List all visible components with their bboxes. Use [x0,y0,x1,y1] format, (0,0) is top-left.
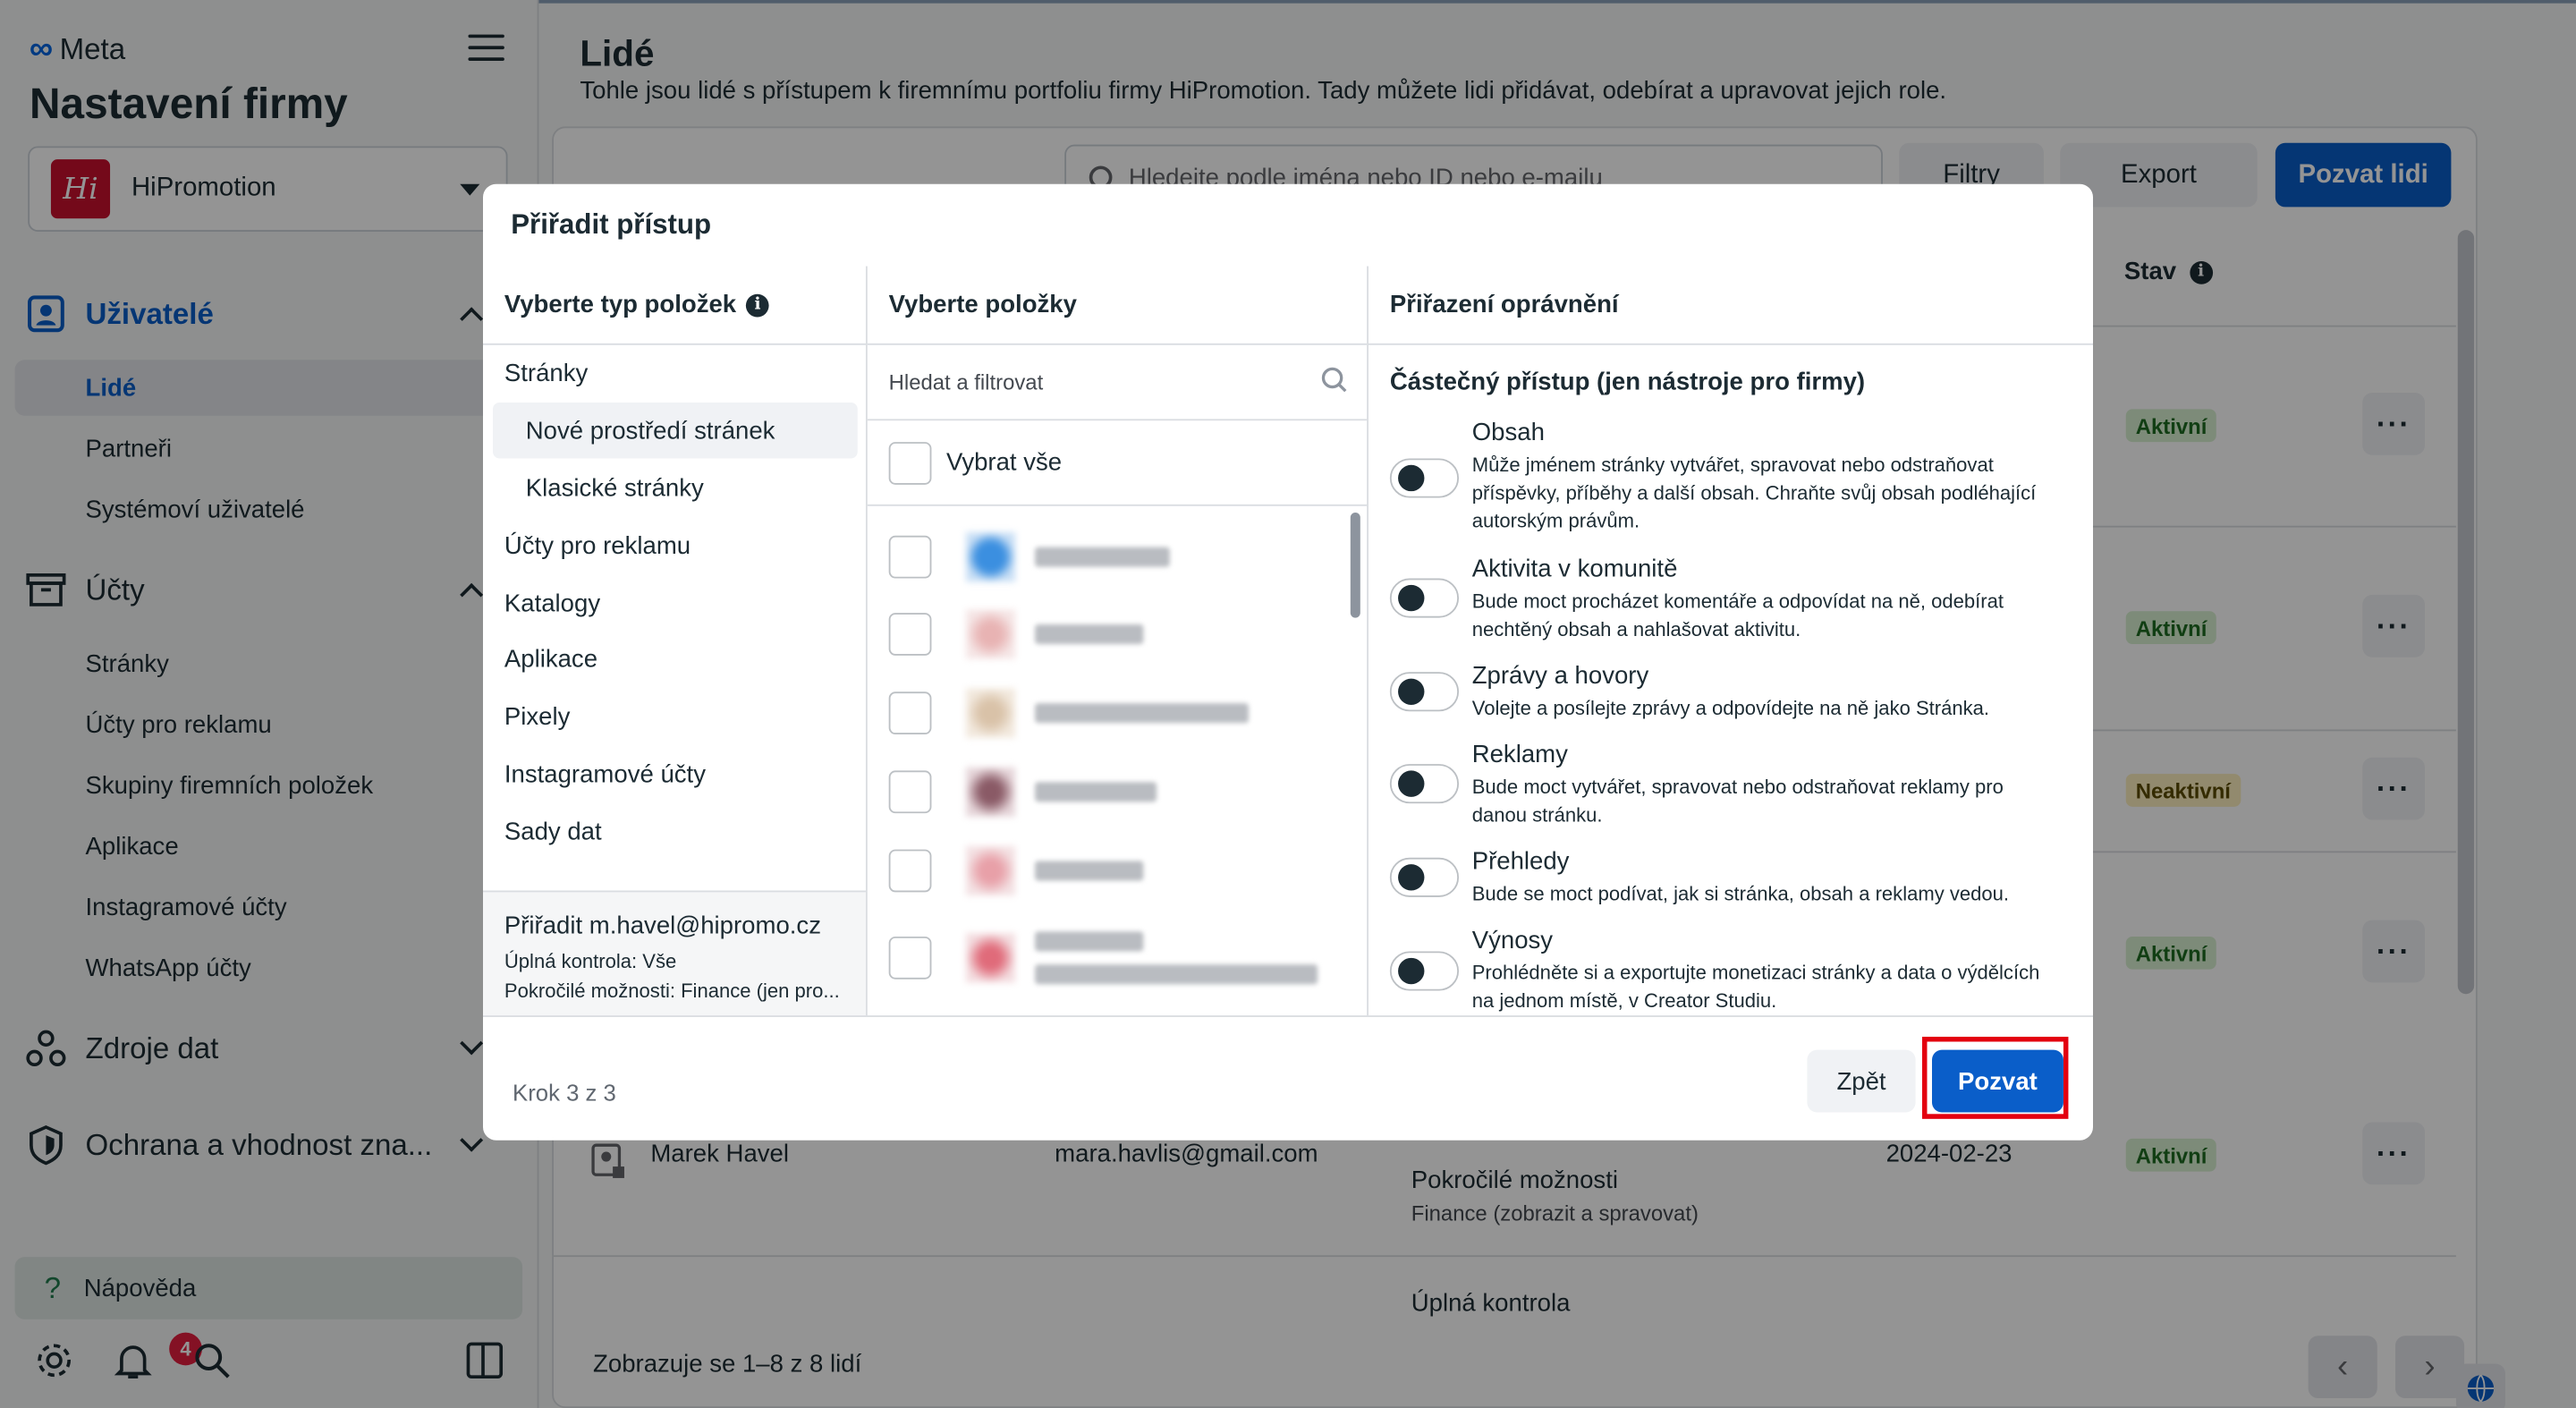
list-item[interactable] [888,925,1333,990]
messages-toggle[interactable] [1389,672,1460,712]
step-indicator: Krok 3 z 3 [513,1079,616,1107]
item-name-redacted [1035,861,1144,881]
item-thumbnail [965,933,1016,983]
column-divider [1367,266,1368,1016]
permission-description: Bude moct procházet komentáře a odpovída… [1471,589,2004,641]
list-item[interactable] [888,767,1333,817]
permission-description: Bude se moct podívat, jak si stránka, ob… [1471,882,2010,906]
item-checkbox[interactable] [888,691,932,735]
item-checkbox[interactable] [888,936,932,980]
items-filter-input[interactable]: Hledat a filtrovat [867,345,1368,421]
assign-summary: Přiřadit m.havel@hipromo.cz Úplná kontro… [482,890,866,1016]
content-toggle[interactable] [1389,458,1460,498]
type-item-ad-accounts[interactable]: Účty pro reklamu [483,518,858,573]
permission-description: Prohlédněte si a exportujte monetizaci s… [1471,961,2040,1013]
search-icon [1321,367,1347,393]
column-header-permissions: Přiřazení oprávnění [1368,267,2093,345]
item-thumbnail [965,609,1016,659]
assign-summary-advanced: Pokročilé možnosti: Finance (jen pro... [504,979,840,1003]
permission-title: Přehledy [1471,847,1570,876]
type-item-instagram-accounts[interactable]: Instagramové účty [483,746,858,802]
column-header-item-type: Vyberte typ položek i [482,267,866,345]
assign-summary-full-control: Úplná kontrola: Vše [504,949,677,973]
list-item[interactable] [888,845,1333,896]
item-name-redacted [1035,547,1170,567]
type-item-new-pages-experience[interactable]: Nové prostředí stránek [493,402,858,459]
assign-access-dialog: Přiřadit přístup Vyberte typ položek i V… [482,183,2093,1141]
community-toggle[interactable] [1389,578,1460,618]
permission-title: Výnosy [1471,926,1554,955]
select-all-checkbox[interactable] [888,441,932,484]
permission-description: Může jménem stránky vytvářet, spravovat … [1471,453,2037,533]
permission-title: Reklamy [1471,741,1568,769]
type-item-pixels[interactable]: Pixely [483,689,858,744]
item-name-redacted [1035,623,1144,644]
back-button[interactable]: Zpět [1807,1049,1916,1113]
partial-access-heading: Částečný přístup (jen nástroje pro firmy… [1389,368,1866,396]
item-checkbox[interactable] [888,849,932,893]
invite-button[interactable]: Pozvat [1931,1049,2063,1113]
item-thumbnail [965,845,1016,896]
permission-title: Obsah [1471,419,1545,447]
type-item-datasets[interactable]: Sady dat [483,803,858,859]
permission-description: Bude moct vytvářet, spravovat nebo odstr… [1471,775,2004,827]
permission-title: Zprávy a hovory [1471,662,1649,691]
type-item-pages[interactable]: Stránky [483,345,858,401]
type-item-catalogs[interactable]: Katalogy [483,575,858,631]
insights-toggle[interactable] [1389,857,1460,897]
list-item[interactable] [888,609,1333,659]
item-name-redacted [1035,703,1249,724]
item-checkbox[interactable] [888,770,932,814]
info-icon[interactable]: i [746,293,769,317]
list-item[interactable] [888,532,1333,582]
ads-toggle[interactable] [1389,764,1460,804]
assign-summary-title: Přiřadit m.havel@hipromo.cz [504,912,821,940]
item-name-redacted [1035,782,1157,802]
select-all-row[interactable]: Vybrat vše [867,420,1368,506]
permission-title: Aktivita v komunitě [1471,555,1678,584]
column-header-items: Vyberte položky [867,267,1368,345]
list-item[interactable] [888,688,1333,738]
permission-description: Volejte a posílejte zprávy a odpovídejte… [1471,696,1990,720]
item-thumbnail [965,688,1016,738]
item-checkbox[interactable] [888,613,932,656]
revenue-toggle[interactable] [1389,951,1460,991]
item-checkbox[interactable] [888,535,932,579]
dialog-footer: Krok 3 z 3 Zpět Pozvat [482,1015,2093,1141]
item-thumbnail [965,532,1016,582]
type-item-classic-pages[interactable]: Klasické stránky [483,460,858,515]
dialog-title: Přiřadit přístup [511,208,712,241]
type-item-apps[interactable]: Aplikace [483,631,858,686]
item-thumbnail [965,767,1016,817]
item-name-redacted [1015,931,1318,985]
items-scrollbar[interactable] [1350,513,1360,618]
